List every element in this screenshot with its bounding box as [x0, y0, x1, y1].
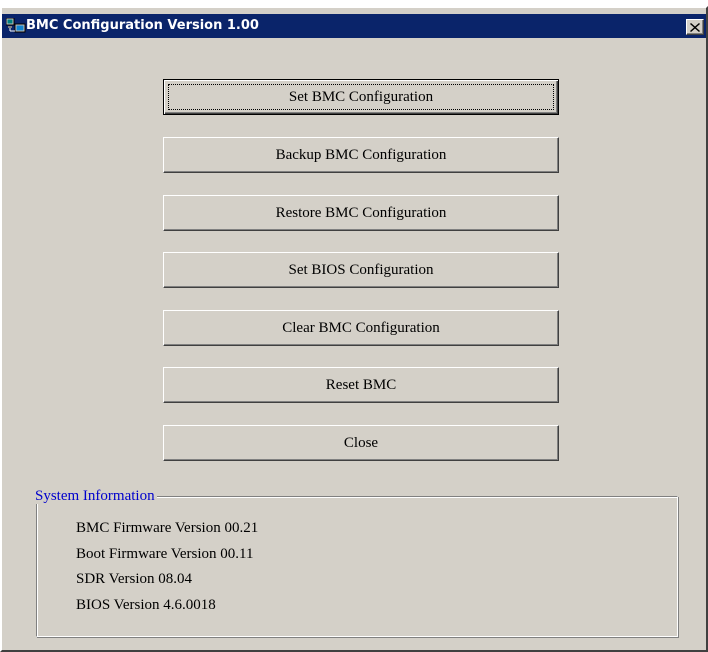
set-bmc-configuration-button[interactable]: Set BMC Configuration	[163, 79, 559, 115]
button-label: Reset BMC	[325, 376, 397, 393]
close-button[interactable]: Close	[163, 425, 559, 461]
button-label: Backup BMC Configuration	[275, 146, 447, 163]
computer-network-icon	[5, 17, 26, 34]
system-information-title: System Information	[33, 488, 157, 504]
button-label: Clear BMC Configuration	[282, 319, 440, 336]
set-bios-configuration-button[interactable]: Set BIOS Configuration	[163, 252, 559, 288]
backup-bmc-configuration-button[interactable]: Backup BMC Configuration	[163, 137, 559, 173]
window-close-button[interactable]	[686, 19, 704, 35]
reset-bmc-button[interactable]: Reset BMC	[163, 367, 559, 403]
button-label: Set BMC Configuration	[288, 88, 434, 105]
title-bar[interactable]: BMC Configuration Version 1.00	[2, 14, 706, 38]
button-label: Restore BMC Configuration	[275, 204, 447, 221]
restore-bmc-configuration-button[interactable]: Restore BMC Configuration	[163, 195, 559, 231]
system-information-group	[36, 496, 678, 637]
bios-version: BIOS Version 4.6.0018	[76, 597, 216, 613]
bmc-firmware-version: BMC Firmware Version 00.21	[76, 520, 259, 536]
button-label: Close	[343, 434, 379, 451]
button-label: Set BIOS Configuration	[288, 261, 434, 278]
window-title: BMC Configuration Version 1.00	[26, 18, 259, 33]
sdr-version: SDR Version 08.04	[76, 571, 192, 587]
boot-firmware-version: Boot Firmware Version 00.11	[76, 546, 254, 562]
clear-bmc-configuration-button[interactable]: Clear BMC Configuration	[163, 310, 559, 346]
